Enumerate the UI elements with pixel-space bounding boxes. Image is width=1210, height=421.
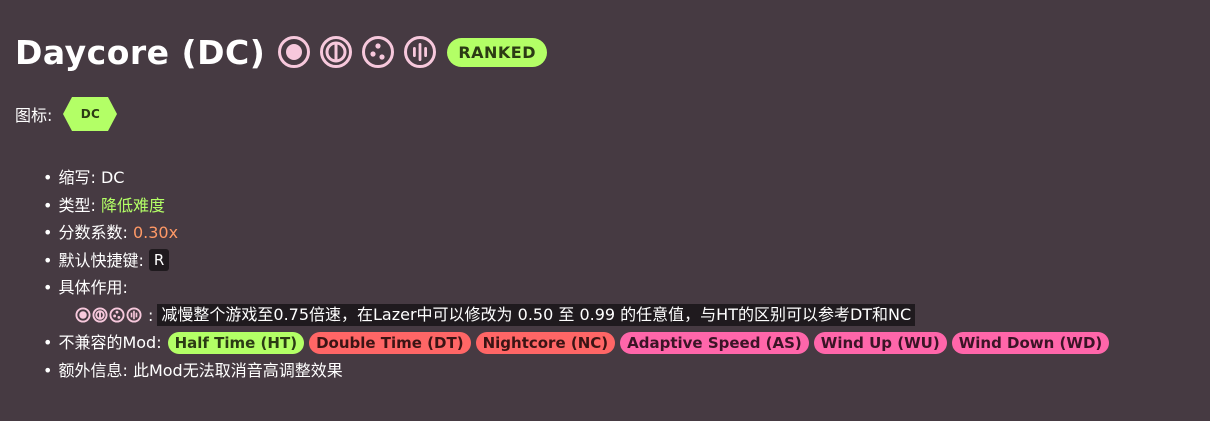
effect-description: 减慢整个游戏至0.75倍速，在Lazer中可以修改为 0.50 至 0.99 的… bbox=[157, 304, 916, 327]
osu-standard-icon bbox=[277, 35, 311, 69]
taiko-icon bbox=[92, 307, 108, 323]
catch-icon bbox=[109, 307, 125, 323]
mod-pill-nightcore[interactable]: Nightcore (NC) bbox=[475, 331, 616, 354]
mod-acronym-label: DC bbox=[80, 107, 101, 121]
list-item-extra: • 额外信息: 此Mod无法取消音高调整效果 bbox=[43, 357, 1114, 385]
mod-info-list: • 缩写: DC • 类型: 降低难度 • 分数系数: 0.30x • 默认快捷… bbox=[43, 164, 1114, 384]
list-item-effect: • 具体作用: bbox=[43, 274, 1114, 302]
type-value: 降低难度 bbox=[100, 195, 165, 215]
multiplier-label: 分数系数: bbox=[58, 223, 128, 242]
mod-pill-half-time[interactable]: Half Time (HT) bbox=[167, 331, 305, 354]
incompatible-label: 不兼容的Mod: bbox=[58, 333, 162, 352]
mod-hexagon-icon: DC bbox=[62, 96, 118, 132]
mania-icon bbox=[126, 307, 142, 323]
list-item-hotkey: • 默认快捷键: R bbox=[43, 247, 1114, 275]
taiko-icon bbox=[319, 35, 353, 69]
list-item-multiplier: • 分数系数: 0.30x bbox=[43, 219, 1114, 247]
mania-icon bbox=[403, 35, 437, 69]
acronym-value: DC bbox=[100, 168, 125, 187]
effect-description-row: : 减慢整个游戏至0.75倍速，在Lazer中可以修改为 0.50 至 0.99… bbox=[43, 302, 1114, 330]
list-item-type: • 类型: 降低难度 bbox=[43, 192, 1114, 220]
ruleset-mini-icons bbox=[75, 307, 143, 323]
extra-value: 此Mod无法取消音高调整效果 bbox=[132, 360, 343, 380]
type-label: 类型: bbox=[58, 195, 96, 215]
icon-label: 图标: bbox=[15, 106, 53, 125]
mod-pill-double-time[interactable]: Double Time (DT) bbox=[309, 331, 471, 354]
mod-header: Daycore (DC) RANKED bbox=[15, 30, 548, 74]
extra-label: 额外信息: bbox=[58, 360, 128, 380]
effect-separator: : bbox=[148, 305, 154, 325]
mod-pill-adaptive-speed[interactable]: Adaptive Speed (AS) bbox=[620, 331, 809, 354]
hotkey-key: R bbox=[148, 249, 170, 272]
osu-standard-icon bbox=[75, 307, 91, 323]
catch-icon bbox=[361, 35, 395, 69]
mod-pill-wind-down[interactable]: Wind Down (WD) bbox=[951, 331, 1110, 354]
multiplier-value: 0.30x bbox=[132, 223, 179, 242]
page-title: Daycore (DC) bbox=[15, 32, 266, 72]
effect-label: 具体作用: bbox=[58, 278, 128, 297]
acronym-label: 缩写: bbox=[58, 168, 96, 187]
mod-pill-wind-up[interactable]: Wind Up (WU) bbox=[813, 331, 947, 354]
hotkey-label: 默认快捷键: bbox=[58, 250, 144, 270]
list-item-acronym: • 缩写: DC bbox=[43, 164, 1114, 192]
ranked-badge: RANKED bbox=[447, 37, 548, 67]
mod-icon-section: 图标: DC bbox=[15, 96, 118, 132]
list-item-incompatible: • 不兼容的Mod: Half Time (HT) Double Time (D… bbox=[43, 329, 1114, 357]
